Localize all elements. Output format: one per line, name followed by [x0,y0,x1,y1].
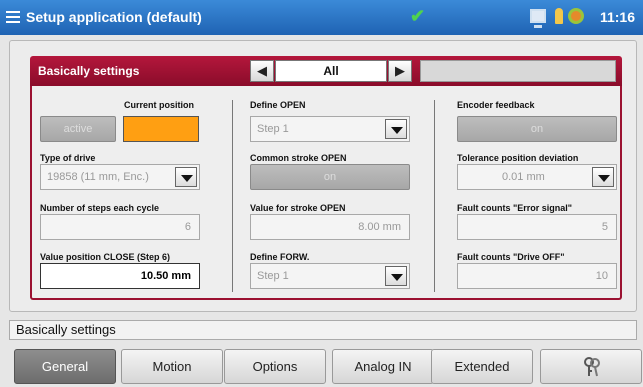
define-forw-select[interactable]: Step 1 [250,263,410,289]
define-open-select[interactable]: Step 1 [250,116,410,142]
active-button[interactable]: active [40,116,116,142]
current-position-label: Current position [124,100,194,110]
tab-general[interactable]: General [14,349,116,384]
current-position-indicator [123,116,199,142]
previous-button[interactable]: ◀ [250,60,274,82]
tab-bar: General Motion Options Analog IN Extende… [0,346,643,387]
steps-field[interactable]: 6 [40,214,200,240]
common-stroke-label: Common stroke OPEN [250,153,347,163]
pc-icon[interactable] [530,9,546,28]
tab-extended[interactable]: Extended [431,349,533,384]
tolerance-select[interactable]: 0.01 mm [457,164,617,190]
fault-error-label: Fault counts "Error signal" [457,203,573,213]
clock: 11:16 [599,9,635,25]
next-button[interactable]: ▶ [388,60,412,82]
app-title: Setup application (default) [26,9,202,25]
stroke-open-field[interactable]: 8.00 mm [250,214,410,240]
key-icon [584,357,600,377]
chevron-down-icon[interactable] [385,266,407,286]
steps-label: Number of steps each cycle [40,203,160,213]
section-title: Basically settings [38,64,140,78]
type-of-drive-label: Type of drive [40,153,96,163]
chevron-down-icon[interactable] [592,167,614,187]
encoder-feedback-button[interactable]: on [457,116,617,142]
define-forw-value: Step 1 [257,270,289,282]
settings-body: Current position active Type of drive 19… [30,86,622,300]
fault-drive-field[interactable]: 10 [457,263,617,289]
fault-error-field[interactable]: 5 [457,214,617,240]
tab-motion[interactable]: Motion [121,349,223,384]
column-divider [232,100,233,292]
tab-options[interactable]: Options [224,349,326,384]
tab-analog-in[interactable]: Analog IN [332,349,434,384]
encoder-feedback-label: Encoder feedback [457,100,535,110]
title-bar: Setup application (default) ✔ 11:16 [0,0,643,35]
menu-icon[interactable] [6,11,20,23]
chevron-down-icon[interactable] [175,167,197,187]
status-bar: Basically settings [9,320,637,340]
fault-drive-label: Fault counts "Drive OFF" [457,252,565,262]
tab-keys[interactable] [540,349,642,384]
chevron-down-icon[interactable] [385,119,407,139]
check-icon: ✔ [410,6,426,26]
stroke-open-label: Value for stroke OPEN [250,203,346,213]
close-position-field[interactable]: 10.50 mm [40,263,200,289]
tolerance-value: 0.01 mm [502,171,545,183]
define-forw-label: Define FORW. [250,252,310,262]
define-open-value: Step 1 [257,123,289,135]
category-selector[interactable]: All [275,60,387,82]
type-of-drive-value: 19858 (11 mm, Enc.) [47,171,149,183]
type-of-drive-select[interactable]: 19858 (11 mm, Enc.) [40,164,200,190]
person-icon[interactable] [555,8,563,24]
tolerance-label: Tolerance position deviation [457,153,579,163]
common-stroke-button[interactable]: on [250,164,410,190]
define-open-label: Define OPEN [250,100,306,110]
close-position-label: Value position CLOSE (Step 6) [40,252,171,262]
gear-icon[interactable] [568,8,584,24]
header-empty-field [420,60,616,82]
column-divider [434,100,435,292]
section-header: Basically settings ◀ All ▶ [30,56,622,86]
